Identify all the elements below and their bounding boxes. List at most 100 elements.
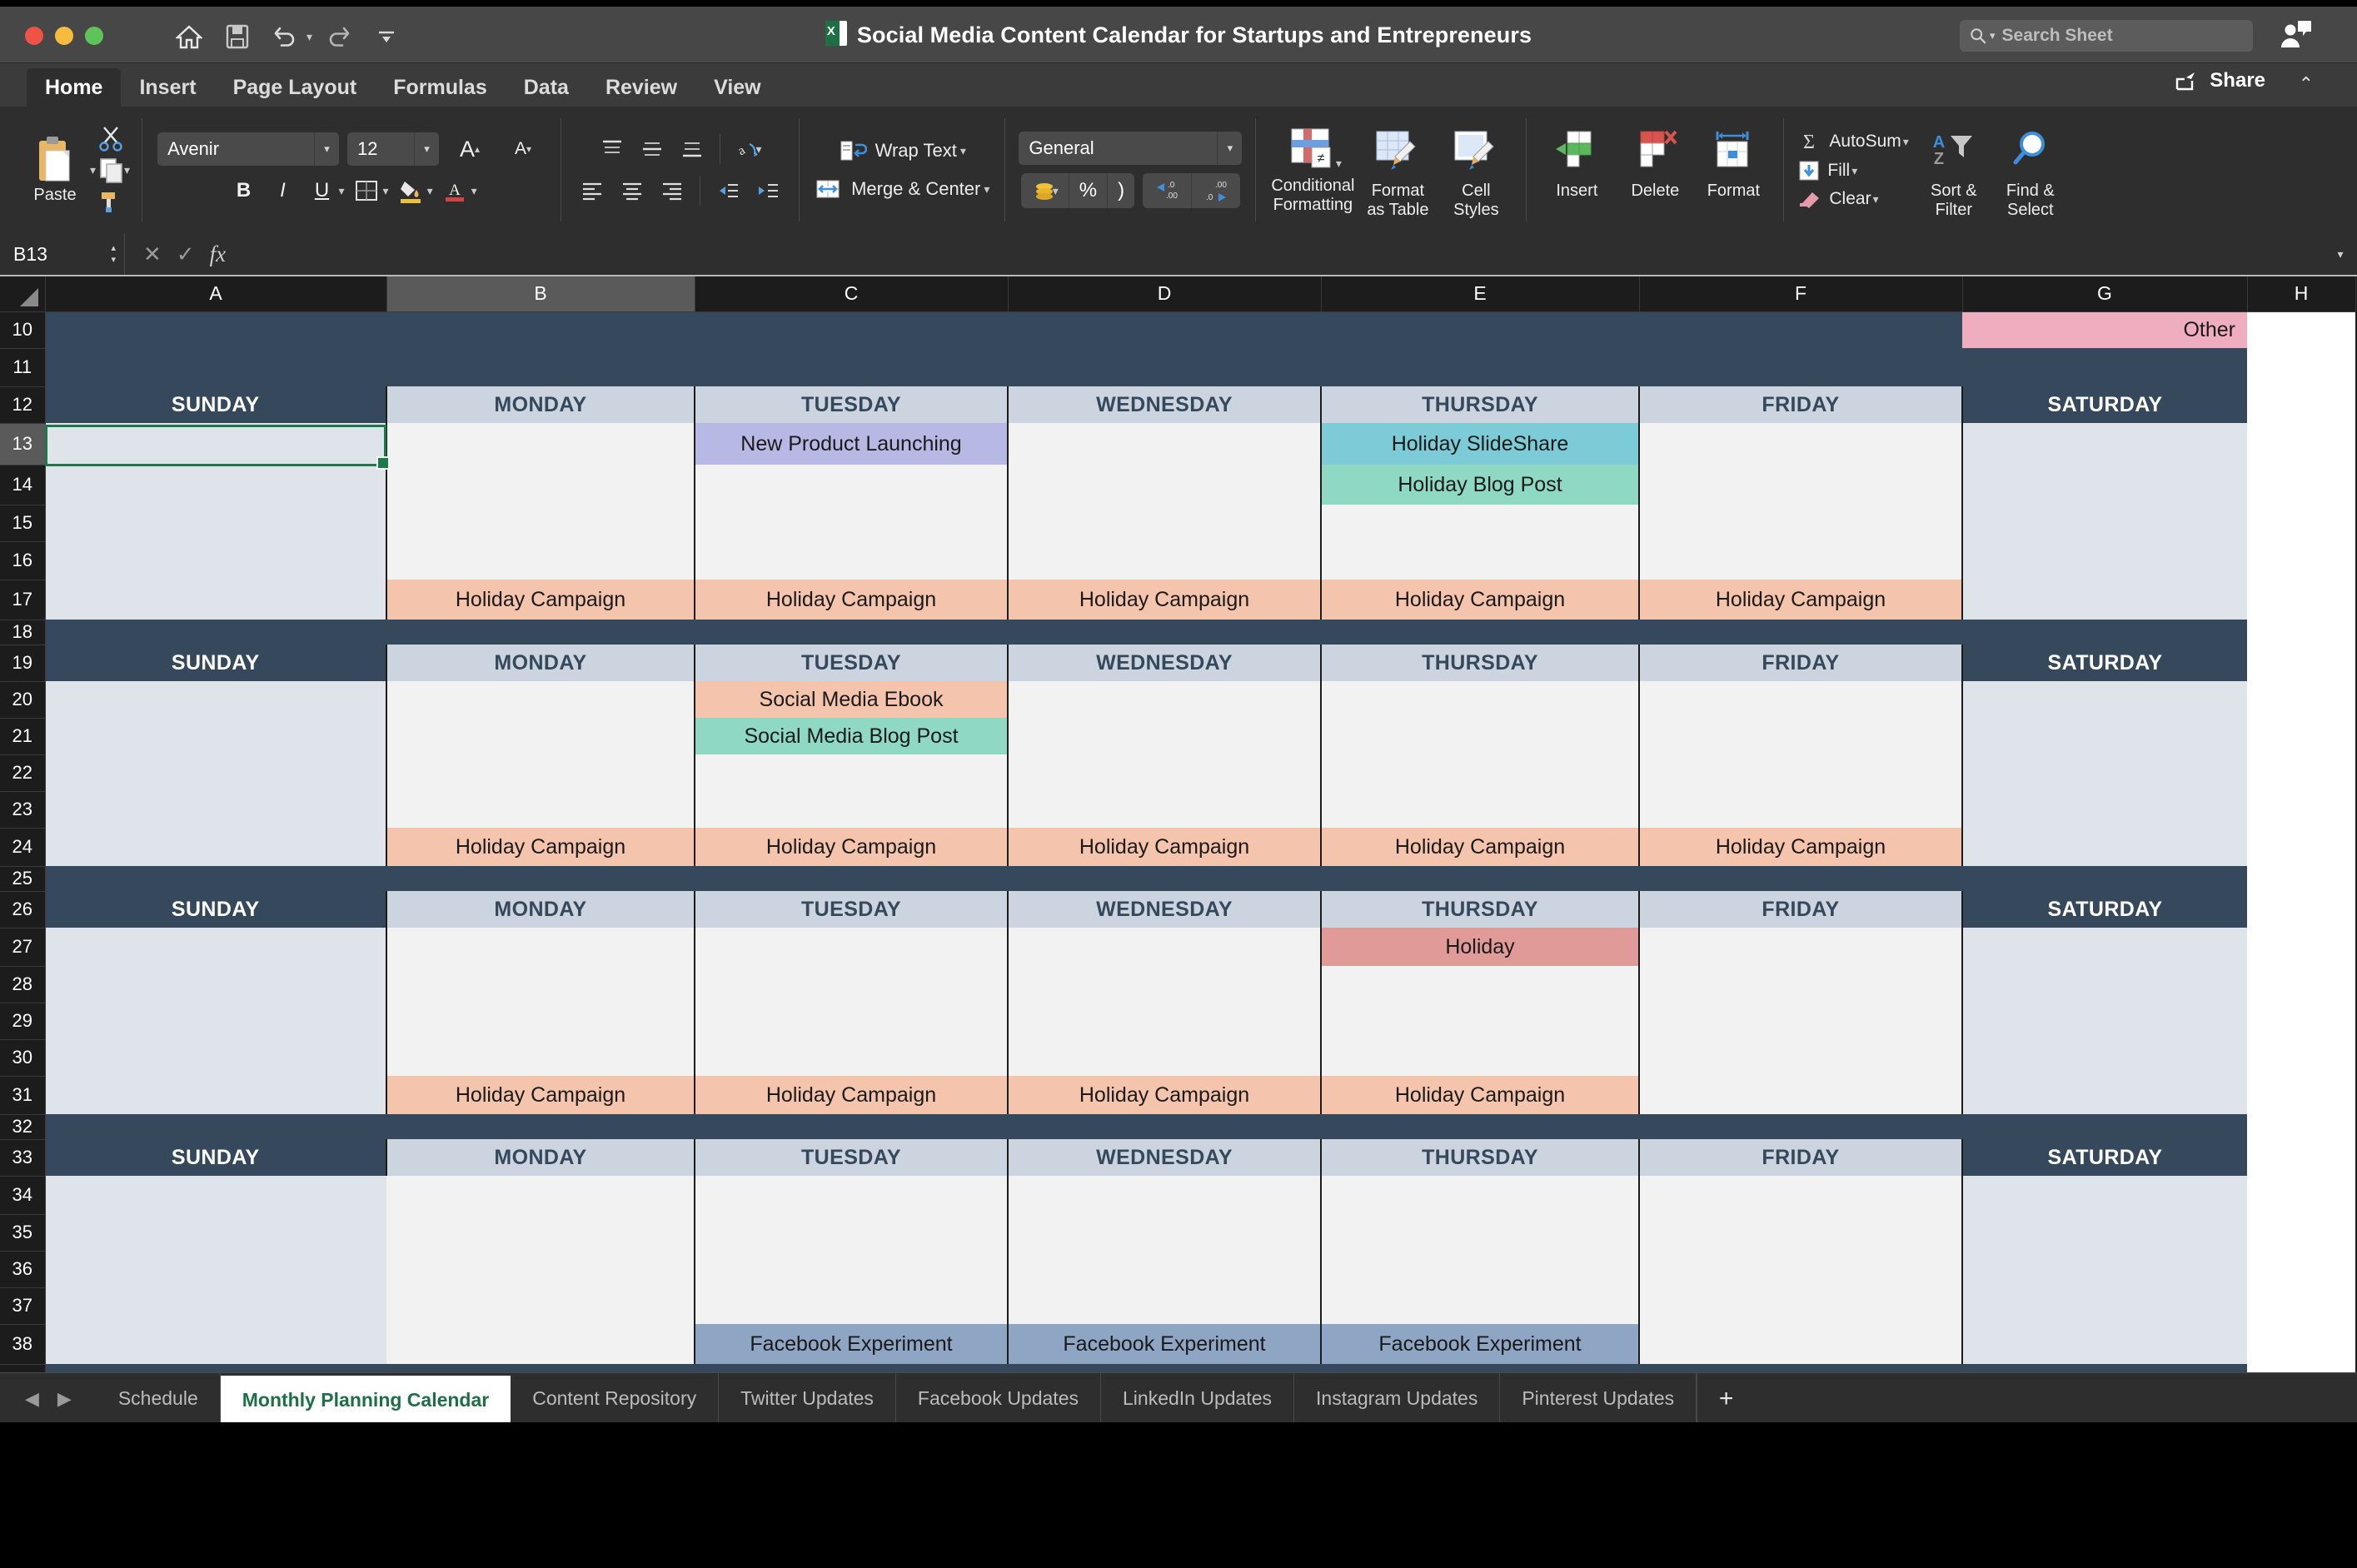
cell-g35[interactable] (1962, 1214, 2247, 1251)
column-header-g[interactable]: G (1962, 276, 2248, 312)
row-header-20[interactable]: 20 (0, 681, 46, 719)
row-header-12[interactable]: 12 (0, 386, 46, 424)
cell-d31-holiday-campaign[interactable]: Holiday Campaign (1007, 1076, 1321, 1114)
cell-c24-holiday-campaign[interactable]: Holiday Campaign (694, 828, 1008, 866)
name-box-spinner[interactable]: ▴ ▾ (111, 243, 116, 265)
cell-h23[interactable] (2247, 791, 2355, 828)
cell-d26-wednesday[interactable]: WEDNESDAY (1007, 891, 1321, 928)
ribbon-collapse-icon[interactable]: ⌃ (2299, 73, 2314, 95)
row-header-33[interactable]: 33 (0, 1139, 46, 1177)
cell-f28[interactable] (1638, 966, 1963, 1003)
cell-a36[interactable] (45, 1251, 386, 1287)
row-header-36[interactable]: 36 (0, 1251, 46, 1288)
cell-e28[interactable] (1320, 966, 1639, 1003)
align-center-button[interactable] (615, 174, 650, 207)
cell-e14-holiday-blog-post[interactable]: Holiday Blog Post (1320, 465, 1639, 505)
cell-c17-holiday-campaign[interactable]: Holiday Campaign (694, 580, 1008, 620)
ribbon-tab-strip[interactable]: Home Insert Page Layout Formulas Data Re… (0, 63, 2357, 107)
cell-f33-friday[interactable]: FRIDAY (1638, 1139, 1963, 1176)
cell-c29[interactable] (694, 1003, 1008, 1039)
accept-icon[interactable]: ✓ (177, 241, 195, 267)
cell-e12-thursday[interactable]: THURSDAY (1320, 386, 1639, 423)
decrease-decimal-button[interactable]: .00.0 (1191, 173, 1240, 208)
cell-e30[interactable] (1320, 1039, 1639, 1076)
cell-b33-monday[interactable]: MONDAY (386, 1139, 695, 1176)
ribbon-tab-formulas[interactable]: Formulas (375, 68, 506, 107)
cell-a14[interactable] (45, 465, 386, 505)
cell-a17[interactable] (45, 580, 386, 620)
cell-d37[interactable] (1007, 1287, 1321, 1324)
align-left-button[interactable] (575, 174, 610, 207)
cell-g10-legend-other[interactable]: Other (1962, 311, 2247, 348)
cell-c19-tuesday[interactable]: TUESDAY (694, 645, 1008, 681)
cell-c33-tuesday[interactable]: TUESDAY (694, 1139, 1008, 1176)
cell-f15[interactable] (1638, 505, 1963, 541)
decrease-indent-button[interactable] (710, 174, 745, 207)
cell-b15[interactable] (386, 505, 695, 541)
row-header-31[interactable]: 31 (0, 1076, 46, 1115)
cell-e36[interactable] (1320, 1251, 1639, 1287)
cell-d17-holiday-campaign[interactable]: Holiday Campaign (1007, 580, 1321, 620)
formula-bar-expand-icon[interactable]: ▾ (2324, 247, 2357, 261)
cell-b35[interactable] (386, 1214, 695, 1251)
cell-c20-social-media-ebook[interactable]: Social Media Ebook (694, 681, 1008, 718)
conditional-formatting-button[interactable]: ≠ Conditional Formatting ▾ (1268, 116, 1358, 224)
row-header-13[interactable]: 13 (0, 423, 46, 465)
cell-d38-facebook-experiment[interactable]: Facebook Experiment (1007, 1324, 1321, 1364)
increase-indent-button[interactable] (750, 174, 785, 207)
cell-e24-holiday-campaign[interactable]: Holiday Campaign (1320, 828, 1639, 866)
clear-caret[interactable]: ▾ (1873, 192, 1879, 207)
cell-f17-holiday-campaign[interactable]: Holiday Campaign (1638, 580, 1963, 620)
cell-g34[interactable] (1962, 1176, 2247, 1214)
cell-b24-holiday-campaign[interactable]: Holiday Campaign (386, 828, 695, 866)
cell-b13[interactable] (386, 423, 695, 465)
search-input[interactable]: ▾ Search Sheet (1960, 20, 2253, 52)
sheet-tab-instagram-updates[interactable]: Instagram Updates (1294, 1373, 1501, 1422)
cell-f38[interactable] (1639, 1324, 1963, 1364)
cell-c15[interactable] (694, 505, 1008, 541)
cell-f34[interactable] (1638, 1176, 1963, 1214)
align-bottom-button[interactable] (675, 132, 710, 166)
cell-h30[interactable] (2247, 1039, 2355, 1076)
cell-g33-saturday[interactable]: SATURDAY (1962, 1139, 2247, 1176)
cell-c13-new-product-launching[interactable]: New Product Launching (694, 423, 1008, 465)
currency-caret[interactable]: ▾ (1053, 184, 1059, 198)
ribbon-tab-review[interactable]: Review (587, 68, 695, 107)
cell-f31[interactable] (1639, 1076, 1963, 1114)
cell-h29[interactable] (2247, 1003, 2355, 1039)
cell-e38-facebook-experiment[interactable]: Facebook Experiment (1320, 1324, 1640, 1364)
sheet-tab-pinterest-updates[interactable]: Pinterest Updates (1500, 1373, 1697, 1422)
cell-a10[interactable] (45, 311, 1639, 348)
ribbon-tab-home[interactable]: Home (27, 68, 122, 107)
cell-d12-wednesday[interactable]: WEDNESDAY (1007, 386, 1321, 423)
font-family-select[interactable]: Avenir ▾ (157, 132, 340, 166)
formula-input[interactable] (244, 233, 2324, 275)
cell-c31-holiday-campaign[interactable]: Holiday Campaign (694, 1076, 1008, 1114)
percent-button[interactable]: % (1068, 173, 1107, 208)
cell-h11[interactable] (2247, 348, 2355, 386)
cell-g38[interactable] (1962, 1324, 2247, 1364)
fill-caret[interactable]: ▾ (1851, 164, 1857, 178)
cell-h19[interactable] (2247, 645, 2355, 681)
cell-a19-sunday[interactable]: SUNDAY (45, 645, 386, 681)
cell-b20[interactable] (386, 681, 695, 718)
cell-f37[interactable] (1638, 1287, 1963, 1324)
row-header-16[interactable]: 16 (0, 541, 46, 580)
cell-b26-monday[interactable]: MONDAY (386, 891, 695, 928)
cell-f23[interactable] (1638, 791, 1963, 828)
cell-a20[interactable] (45, 681, 386, 718)
cell-h12[interactable] (2247, 386, 2355, 423)
share-button[interactable]: Share (2175, 69, 2265, 92)
find-select-button[interactable]: Find & Select (1992, 116, 2069, 224)
cell-e31-holiday-campaign[interactable]: Holiday Campaign (1320, 1076, 1640, 1114)
merge-center-button[interactable]: Merge & Center ▾ (815, 177, 989, 202)
name-box[interactable]: B13 ▴ ▾ (0, 233, 125, 275)
cell-a22[interactable] (45, 754, 386, 791)
cell-d21[interactable] (1007, 718, 1321, 754)
cell-e16[interactable] (1320, 541, 1639, 580)
cell-d14[interactable] (1007, 465, 1321, 505)
cell-b19-monday[interactable]: MONDAY (386, 645, 695, 681)
cell-b28[interactable] (386, 966, 695, 1003)
autosum-caret[interactable]: ▾ (1903, 135, 1909, 149)
format-cells-button[interactable]: Format (1695, 116, 1771, 224)
